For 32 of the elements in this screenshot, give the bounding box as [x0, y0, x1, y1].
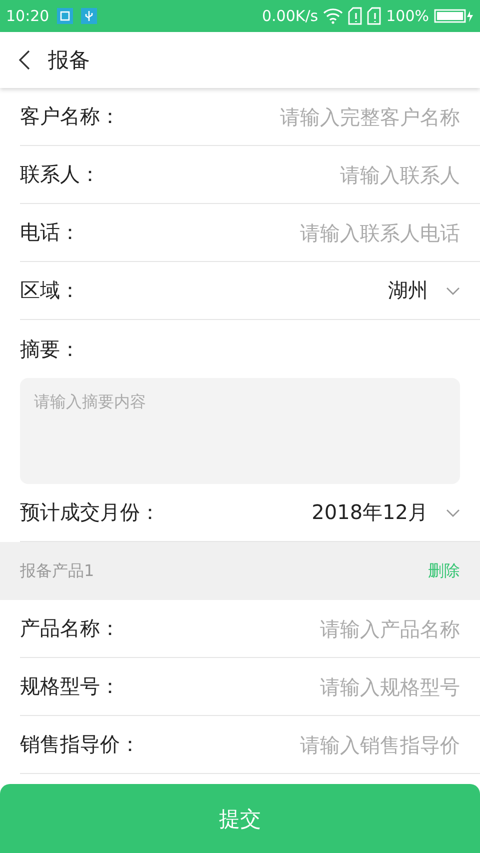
field-label: 电话：: [20, 219, 80, 246]
section-title: 报备产品1: [20, 560, 94, 582]
input-field[interactable]: 请输入销售指导价: [200, 732, 460, 756]
input-field[interactable]: 请输入规格型号: [200, 674, 460, 698]
input-field[interactable]: 请输入联系人电话: [200, 220, 460, 244]
field-label: 预计成交月份：: [20, 499, 160, 526]
field-label: 规格型号：: [20, 673, 120, 700]
wifi-icon: [323, 8, 344, 24]
usb-icon: [81, 8, 98, 24]
field-label: 摘要：: [20, 336, 80, 362]
chevron-down-icon: [446, 286, 460, 294]
input-field[interactable]: 请输入产品名称: [200, 616, 460, 640]
input-field[interactable]: 请输入完整客户名称: [200, 104, 460, 128]
field-label: 产品名称：: [20, 615, 120, 642]
screenshot-icon: [57, 8, 74, 24]
select-field[interactable]: 湖州: [388, 277, 460, 304]
page-title: 报备: [48, 47, 90, 74]
field-label: 客户名称：: [20, 103, 120, 130]
battery-icon: [434, 9, 474, 23]
field-label: 销售指导价：: [20, 731, 140, 758]
sim-icon: [348, 7, 362, 25]
chevron-down-icon: [446, 508, 460, 516]
text-area[interactable]: 请输入摘要内容: [20, 378, 460, 484]
sim-icon: [367, 7, 382, 25]
back-icon: [18, 50, 30, 70]
input-field[interactable]: 请输入联系人: [200, 162, 460, 186]
battery-text: 100%: [386, 7, 429, 25]
net-speed-text: 0.00K/s: [262, 7, 318, 25]
clock-text: 10:20: [6, 7, 50, 25]
field-label: 区域：: [20, 277, 80, 304]
select-field[interactable]: 2018年12月: [312, 499, 460, 526]
field-label: 联系人：: [20, 161, 100, 188]
